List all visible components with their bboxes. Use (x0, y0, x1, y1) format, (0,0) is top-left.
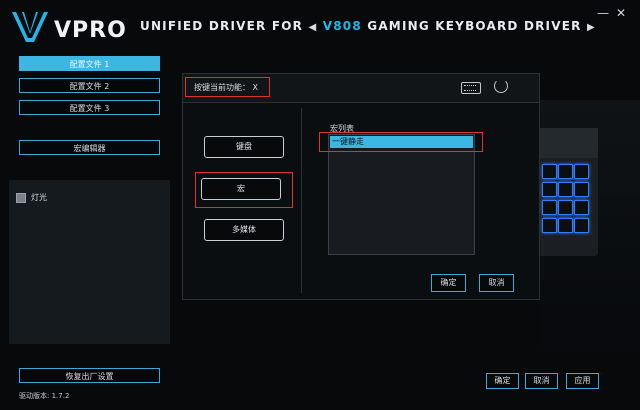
version-text: 驱动版本: 1.7.2 (19, 392, 70, 400)
key[interactable] (542, 200, 557, 215)
light-label: 灯光 (31, 193, 47, 202)
current-function-label: 按键当前功能： X (185, 77, 270, 97)
title-prefix: UNIFIED DRIVER FOR (140, 19, 304, 33)
profile-2-button[interactable]: 配置文件 2 (19, 78, 160, 93)
light-panel: 灯光 (9, 180, 170, 344)
model-name: V808 (322, 19, 362, 33)
ok-button[interactable]: 确定 (486, 373, 519, 389)
close-button[interactable]: ✕ (614, 6, 628, 20)
keyboard-icon[interactable] (461, 82, 481, 94)
key[interactable] (574, 218, 589, 233)
key[interactable] (574, 200, 589, 215)
svg-text:VPRO: VPRO (54, 18, 127, 43)
macro-list[interactable]: 一键静走 (328, 134, 475, 255)
profile-3-button[interactable]: 配置文件 3 (19, 100, 160, 115)
key[interactable] (542, 182, 557, 197)
apply-button[interactable]: 应用 (566, 373, 599, 389)
profile-1-button[interactable]: 配置文件 1 (19, 56, 160, 71)
key[interactable] (558, 218, 573, 233)
keyboard-top-bezel (536, 128, 598, 158)
dialog-cancel-button[interactable]: 取消 (479, 274, 514, 292)
vpro-logo: VPRO (12, 12, 127, 43)
key[interactable] (558, 164, 573, 179)
cancel-button[interactable]: 取消 (525, 373, 558, 389)
title-suffix: GAMING KEYBOARD DRIVER (367, 19, 582, 33)
arrow-right-icon[interactable]: ▶ (587, 22, 596, 33)
multimedia-function-button[interactable]: 多媒体 (204, 219, 284, 241)
key[interactable] (558, 182, 573, 197)
keyboard-function-button[interactable]: 键盘 (204, 136, 284, 158)
key[interactable] (574, 182, 589, 197)
dialog-ok-button[interactable]: 确定 (431, 274, 466, 292)
keyboard-image (536, 128, 598, 256)
refresh-icon[interactable] (494, 79, 508, 93)
reset-defaults-button[interactable]: 恢复出厂设置 (19, 368, 160, 383)
macro-function-button[interactable]: 宏 (201, 178, 281, 200)
macro-item-highlight (319, 132, 483, 152)
light-toggle[interactable]: 灯光 (16, 192, 47, 203)
key[interactable] (558, 200, 573, 215)
key[interactable] (542, 164, 557, 179)
arrow-left-icon[interactable]: ◀ (308, 22, 317, 33)
key[interactable] (574, 164, 589, 179)
app-title: UNIFIED DRIVER FOR ◀ V808 GAMING KEYBOAR… (140, 19, 596, 33)
macro-editor-button[interactable]: 宏编辑器 (19, 140, 160, 155)
driver-window: VPRO UNIFIED DRIVER FOR ◀ V808 GAMING KE… (0, 0, 640, 410)
dialog-divider (301, 108, 302, 293)
dialog-header: 按键当前功能： X (183, 74, 539, 103)
light-checkbox[interactable] (16, 192, 26, 203)
key[interactable] (542, 218, 557, 233)
minimize-button[interactable]: — (596, 6, 610, 20)
key-function-dialog: 按键当前功能： X 键盘 宏 多媒体 宏列表 一键静走 确定 取消 (182, 73, 540, 300)
